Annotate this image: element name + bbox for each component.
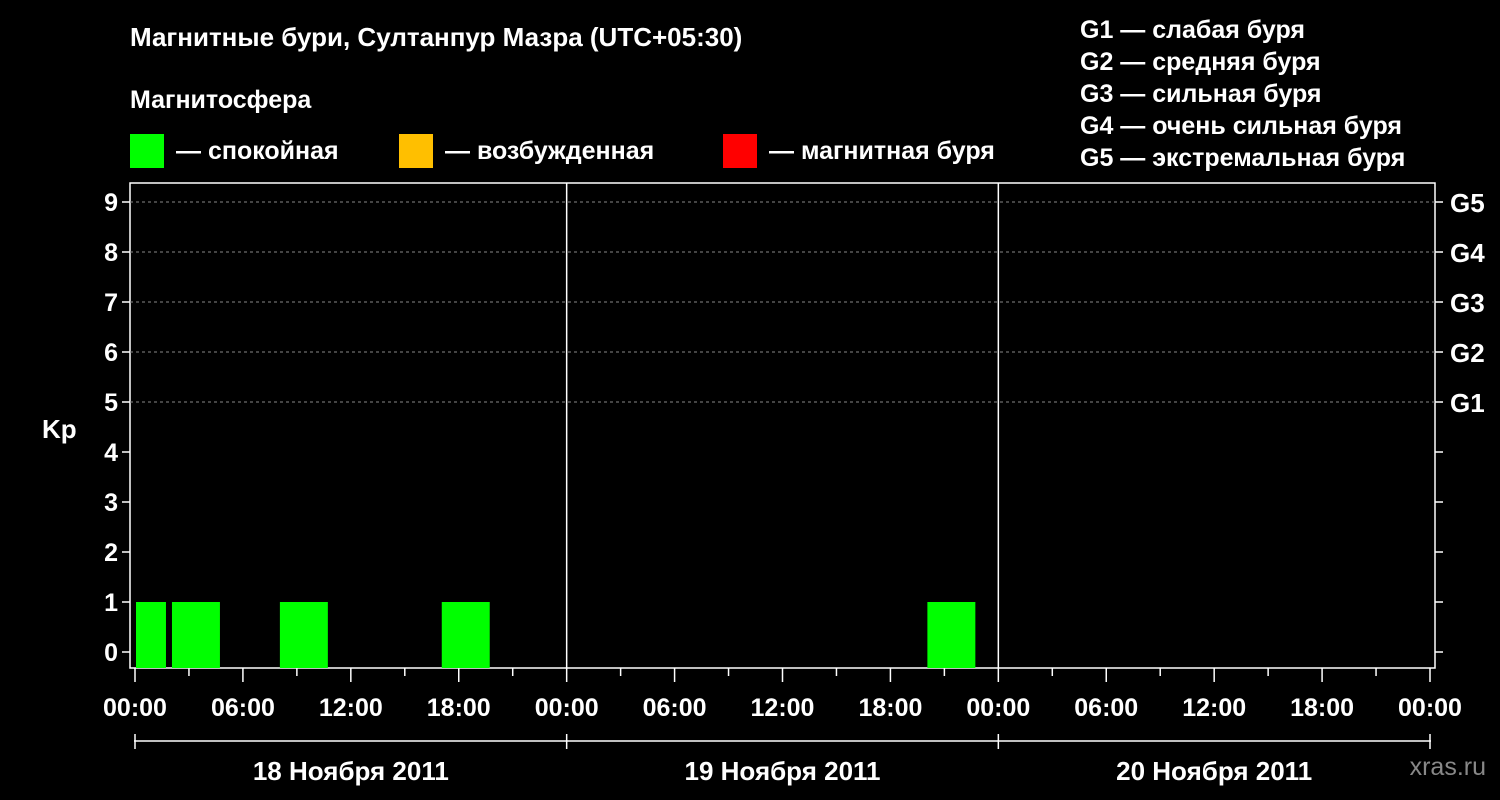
y-tick-label: 0	[104, 639, 118, 667]
x-tick-label: 00:00	[1398, 694, 1462, 722]
x-tick-label: 06:00	[643, 694, 707, 722]
y-tick-label: 7	[104, 289, 118, 317]
day-label: 18 Ноября 2011	[253, 756, 449, 786]
x-tick-label: 00:00	[966, 694, 1030, 722]
y-tick-label: 5	[104, 389, 118, 417]
x-tick-label: 06:00	[1074, 694, 1138, 722]
x-tick-label: 12:00	[319, 694, 383, 722]
kp-bar	[171, 602, 220, 668]
y-tick-label: 1	[104, 589, 118, 617]
y-tick-label: 9	[104, 189, 118, 217]
kp-bar	[279, 602, 328, 668]
g-level-label: G5	[1450, 188, 1485, 218]
x-tick-label: 06:00	[211, 694, 275, 722]
day-label: 20 Ноября 2011	[1116, 756, 1312, 786]
x-tick-label: 18:00	[1290, 694, 1354, 722]
day-label: 19 Ноября 2011	[684, 756, 880, 786]
kp-bar	[927, 602, 976, 668]
x-tick-label: 00:00	[103, 694, 167, 722]
g-level-label: G1	[1450, 388, 1485, 418]
kp-chart: 0 1 2 3 4 5 6 7 8 9 G1 G2 G3 G4 G5 Kp 00:00 06:00 12:00 18:…	[42, 182, 1485, 786]
kp-bar	[136, 602, 166, 668]
x-tick-label: 00:00	[535, 694, 599, 722]
g-level-label: G2	[1450, 338, 1485, 368]
g-level-label: G3	[1450, 288, 1485, 318]
y-axis-label: Kp	[42, 414, 77, 444]
y-tick-label: 2	[104, 539, 118, 567]
x-tick-label: 18:00	[858, 694, 922, 722]
x-tick-label: 12:00	[751, 694, 815, 722]
watermark: xras.ru	[1409, 753, 1486, 781]
x-tick-label: 12:00	[1182, 694, 1246, 722]
y-tick-label: 6	[104, 339, 118, 367]
y-tick-label: 4	[104, 439, 118, 467]
g-level-label: G4	[1450, 238, 1485, 268]
plot-frame	[129, 182, 1436, 669]
kp-bar	[441, 602, 490, 668]
y-tick-label: 3	[104, 489, 118, 517]
x-tick-label: 18:00	[427, 694, 491, 722]
y-tick-label: 8	[104, 239, 118, 267]
